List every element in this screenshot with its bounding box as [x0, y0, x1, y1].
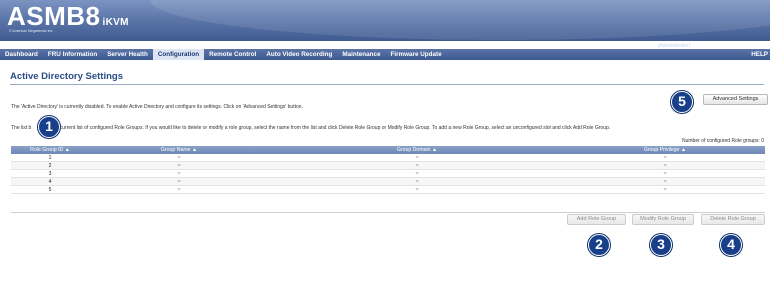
delete-role-group-button[interactable]: Delete Role Group — [701, 214, 765, 225]
header-role-group-id[interactable]: Role Group ID ▲ — [11, 146, 89, 154]
cell-name: ~ — [177, 163, 181, 169]
title-divider — [10, 84, 764, 85]
logo-ikvm: iKVM — [102, 17, 129, 28]
app-header: ASMB8 iKVM © American Megatrends Inc. — [0, 0, 770, 41]
table-row[interactable]: 4 ~ ~ ~ — [11, 178, 765, 186]
table-row[interactable]: 2 ~ ~ ~ — [11, 162, 765, 170]
sort-icon: ▲ — [192, 147, 198, 153]
table-row[interactable]: 5 ~ ~ ~ — [11, 186, 765, 194]
nav-firmware-update[interactable]: Firmware Update — [386, 49, 447, 60]
header-label: Group Name — [160, 147, 191, 153]
header-decoration — [150, 0, 770, 40]
role-group-count: Number of configured Role groups: 0 — [682, 138, 764, 144]
nav-dashboard[interactable]: Dashboard — [0, 49, 43, 60]
logout-label: Logout — [754, 42, 770, 49]
nav-auto-video-recording[interactable]: Auto Video Recording — [261, 49, 337, 60]
nav-fru-information[interactable]: FRU Information — [43, 49, 102, 60]
sort-icon: ▲ — [681, 147, 687, 153]
cell-domain: ~ — [415, 187, 419, 193]
user-bar: • admin (Administrator) ↻ Refresh ⎙ Prin… — [638, 42, 770, 49]
header-group-domain[interactable]: Group Domain ▲ — [269, 146, 565, 154]
cell-id: 1 — [48, 155, 52, 161]
cell-domain: ~ — [415, 171, 419, 177]
cell-name: ~ — [177, 171, 181, 177]
header-group-privilege[interactable]: Group Privilege ▲ — [565, 146, 765, 154]
cell-name: ~ — [177, 187, 181, 193]
callout-5: 5 — [671, 91, 693, 113]
cell-id: 3 — [48, 171, 52, 177]
advanced-settings-button[interactable]: Advanced Settings — [703, 94, 768, 105]
header-label: Group Privilege — [643, 147, 680, 153]
cell-name: ~ — [177, 179, 181, 185]
nav-remote-control[interactable]: Remote Control — [204, 49, 261, 60]
add-role-group-button[interactable]: Add Role Group — [567, 214, 626, 225]
help-link[interactable]: HELP — [746, 49, 770, 60]
refresh-label: Refresh — [702, 42, 721, 49]
print-label: Print — [732, 42, 743, 49]
callout-3: 3 — [650, 234, 672, 256]
callout-4: 4 — [720, 234, 742, 256]
status-text: The 'Active Directory' is currently disa… — [11, 104, 303, 110]
nav-server-health[interactable]: Server Health — [102, 49, 153, 60]
cell-domain: ~ — [415, 163, 419, 169]
refresh-icon: ↻ — [696, 42, 701, 49]
user-name: admin — [642, 42, 656, 49]
header-label: Role Group ID — [30, 147, 64, 153]
cell-name: ~ — [177, 155, 181, 161]
callout-1: 1 — [38, 116, 60, 138]
logout-icon: ⇥ — [748, 42, 753, 49]
header-group-name[interactable]: Group Name ▲ — [89, 146, 269, 154]
user-role: (Administrator) — [657, 42, 691, 49]
cell-domain: ~ — [415, 179, 419, 185]
print-icon: ⎙ — [726, 42, 731, 49]
cell-id: 2 — [48, 163, 52, 169]
print-link[interactable]: ⎙ Print — [726, 43, 742, 49]
refresh-link[interactable]: ↻ Refresh — [696, 43, 720, 49]
cell-privilege: ~ — [663, 155, 667, 161]
cell-privilege: ~ — [663, 187, 667, 193]
logout-link[interactable]: ⇥ Logout — [749, 43, 770, 49]
callout-2: 2 — [588, 234, 610, 256]
main-nav: Dashboard FRU Information Server Health … — [0, 49, 770, 60]
page-title: Active Directory Settings — [10, 71, 123, 82]
list-description-start: The list b — [11, 125, 32, 131]
header-label: Group Domain — [396, 147, 431, 153]
cell-privilege: ~ — [663, 179, 667, 185]
user-info: • admin (Administrator) — [638, 43, 690, 49]
cell-id: 4 — [48, 179, 52, 185]
nav-maintenance[interactable]: Maintenance — [337, 49, 385, 60]
table-row[interactable]: 1 ~ ~ ~ — [11, 154, 765, 162]
cell-domain: ~ — [415, 155, 419, 161]
cell-privilege: ~ — [663, 171, 667, 177]
logo-main: ASMB8 — [7, 1, 101, 31]
table-header: Role Group ID ▲ Group Name ▲ Group Domai… — [11, 146, 765, 154]
modify-role-group-button[interactable]: Modify Role Group — [632, 214, 694, 225]
sort-icon: ▲ — [64, 147, 70, 153]
sort-icon: ▲ — [432, 147, 438, 153]
logo-tagline: © American Megatrends Inc. — [9, 29, 54, 33]
table-row[interactable]: 3 ~ ~ ~ — [11, 170, 765, 178]
table-divider — [11, 212, 765, 213]
user-icon: • — [638, 42, 641, 49]
cell-privilege: ~ — [663, 163, 667, 169]
role-group-table: Role Group ID ▲ Group Name ▲ Group Domai… — [11, 146, 765, 194]
list-description-rest: the current list of configured Role Grou… — [51, 125, 611, 131]
cell-id: 5 — [48, 187, 52, 193]
list-description: The list b the current list of configured… — [11, 125, 610, 131]
nav-configuration[interactable]: Configuration — [152, 49, 205, 60]
